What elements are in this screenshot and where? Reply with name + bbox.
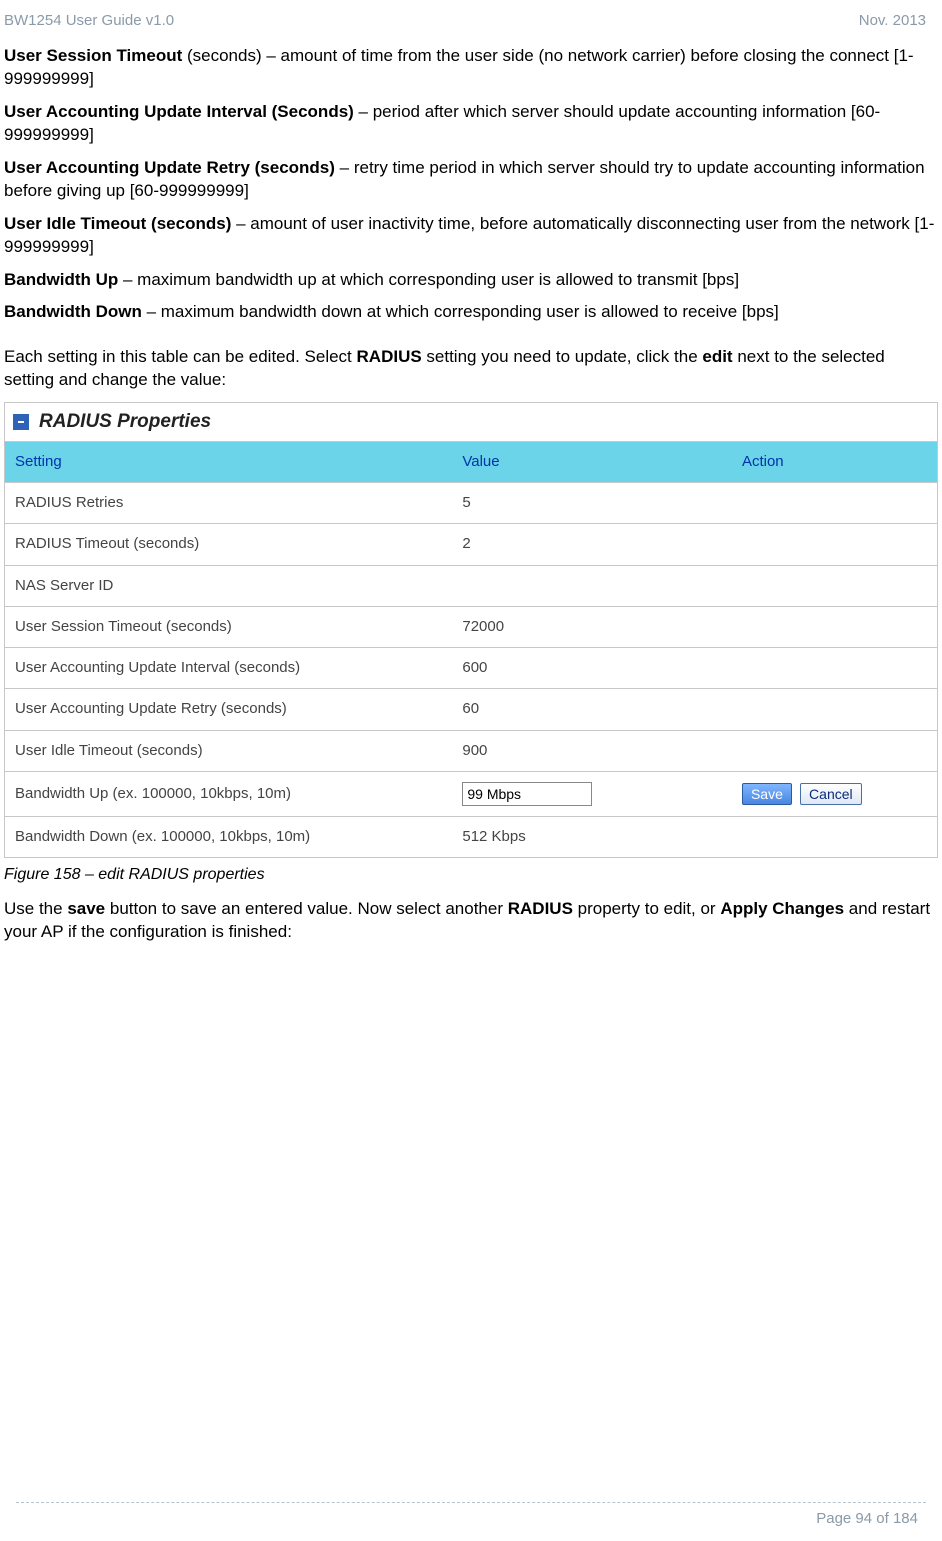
paragraph: User Accounting Update Interval (Seconds… bbox=[4, 101, 938, 147]
table-row[interactable]: Bandwidth Down (ex. 100000, 10kbps, 10m)… bbox=[5, 816, 937, 857]
table-row[interactable]: User Idle Timeout (seconds) 900 bbox=[5, 730, 937, 771]
term: Bandwidth Up bbox=[4, 270, 118, 289]
text-bold: RADIUS bbox=[508, 899, 573, 918]
value-cell bbox=[452, 771, 732, 816]
action-cell bbox=[732, 606, 937, 647]
term: Bandwidth Down bbox=[4, 302, 142, 321]
action-cell bbox=[732, 648, 937, 689]
paragraph: Bandwidth Up – maximum bandwidth up at w… bbox=[4, 269, 938, 292]
text-bold: Apply Changes bbox=[720, 899, 844, 918]
value-cell: 2 bbox=[452, 524, 732, 565]
text: Use the bbox=[4, 899, 67, 918]
setting-cell: User Idle Timeout (seconds) bbox=[5, 730, 452, 771]
text-bold: save bbox=[67, 899, 105, 918]
term: User Session Timeout bbox=[4, 46, 182, 65]
text: Each setting in this table can be edited… bbox=[4, 347, 357, 366]
setting-cell: Bandwidth Up (ex. 100000, 10kbps, 10m) bbox=[5, 771, 452, 816]
paragraph: User Idle Timeout (seconds) – amount of … bbox=[4, 213, 938, 259]
table-row[interactable]: RADIUS Retries 5 bbox=[5, 483, 937, 524]
action-cell bbox=[732, 483, 937, 524]
radius-properties-panel: RADIUS Properties Setting Value Action R… bbox=[4, 402, 938, 858]
setting-cell: User Session Timeout (seconds) bbox=[5, 606, 452, 647]
setting-cell: RADIUS Retries bbox=[5, 483, 452, 524]
setting-cell: RADIUS Timeout (seconds) bbox=[5, 524, 452, 565]
action-cell bbox=[732, 524, 937, 565]
text: property to edit, or bbox=[573, 899, 720, 918]
value-cell: 5 bbox=[452, 483, 732, 524]
doc-content: User Session Timeout (seconds) – amount … bbox=[0, 37, 942, 944]
intro-paragraph: Each setting in this table can be edited… bbox=[4, 346, 938, 392]
paragraph: Bandwidth Down – maximum bandwidth down … bbox=[4, 301, 938, 324]
action-cell: Save Cancel bbox=[732, 771, 937, 816]
value-cell: 600 bbox=[452, 648, 732, 689]
panel-toggle-icon[interactable] bbox=[13, 414, 29, 430]
table-header-row: Setting Value Action bbox=[5, 442, 937, 483]
value-cell: 512 Kbps bbox=[452, 816, 732, 857]
term: User Idle Timeout (seconds) bbox=[4, 214, 231, 233]
panel-title-text: RADIUS Properties bbox=[39, 409, 211, 435]
figure-caption: Figure 158 – edit RADIUS properties bbox=[4, 864, 938, 886]
doc-date: Nov. 2013 bbox=[859, 12, 926, 29]
page-footer: Page 94 of 184 bbox=[816, 1510, 918, 1527]
table-row[interactable]: NAS Server ID bbox=[5, 565, 937, 606]
panel-title: RADIUS Properties bbox=[5, 403, 937, 442]
table-row[interactable]: RADIUS Timeout (seconds) 2 bbox=[5, 524, 937, 565]
cancel-button[interactable]: Cancel bbox=[800, 783, 862, 805]
paragraph: User Accounting Update Retry (seconds) –… bbox=[4, 157, 938, 203]
table-row[interactable]: User Session Timeout (seconds) 72000 bbox=[5, 606, 937, 647]
term-desc: – maximum bandwidth down at which corres… bbox=[142, 302, 779, 321]
table-row[interactable]: User Accounting Update Interval (seconds… bbox=[5, 648, 937, 689]
doc-title: BW1254 User Guide v1.0 bbox=[4, 12, 174, 29]
page-number: Page 94 of 184 bbox=[816, 1510, 918, 1527]
setting-cell: NAS Server ID bbox=[5, 565, 452, 606]
action-cell bbox=[732, 730, 937, 771]
paragraph: User Session Timeout (seconds) – amount … bbox=[4, 45, 938, 91]
page-header: BW1254 User Guide v1.0 Nov. 2013 bbox=[0, 0, 942, 37]
term: User Accounting Update Retry (seconds) bbox=[4, 158, 335, 177]
value-cell: 60 bbox=[452, 689, 732, 730]
term-desc: – maximum bandwidth up at which correspo… bbox=[118, 270, 739, 289]
bandwidth-up-input[interactable] bbox=[462, 782, 592, 806]
value-cell: 900 bbox=[452, 730, 732, 771]
radius-table: Setting Value Action RADIUS Retries 5 RA… bbox=[5, 442, 937, 857]
setting-cell: User Accounting Update Interval (seconds… bbox=[5, 648, 452, 689]
text-bold: RADIUS bbox=[357, 347, 422, 366]
footer-divider bbox=[16, 1502, 926, 1503]
save-button[interactable]: Save bbox=[742, 783, 792, 805]
action-cell bbox=[732, 565, 937, 606]
text: setting you need to update, click the bbox=[422, 347, 703, 366]
text: button to save an entered value. Now sel… bbox=[105, 899, 508, 918]
post-paragraph: Use the save button to save an entered v… bbox=[4, 898, 938, 944]
term: User Accounting Update Interval (Seconds… bbox=[4, 102, 354, 121]
table-row[interactable]: Bandwidth Up (ex. 100000, 10kbps, 10m) S… bbox=[5, 771, 937, 816]
col-value-header: Value bbox=[452, 442, 732, 483]
table-row[interactable]: User Accounting Update Retry (seconds) 6… bbox=[5, 689, 937, 730]
action-cell bbox=[732, 689, 937, 730]
setting-cell: Bandwidth Down (ex. 100000, 10kbps, 10m) bbox=[5, 816, 452, 857]
setting-cell: User Accounting Update Retry (seconds) bbox=[5, 689, 452, 730]
value-cell bbox=[452, 565, 732, 606]
text-bold: edit bbox=[702, 347, 732, 366]
value-cell: 72000 bbox=[452, 606, 732, 647]
action-cell bbox=[732, 816, 937, 857]
col-setting-header: Setting bbox=[5, 442, 452, 483]
col-action-header: Action bbox=[732, 442, 937, 483]
